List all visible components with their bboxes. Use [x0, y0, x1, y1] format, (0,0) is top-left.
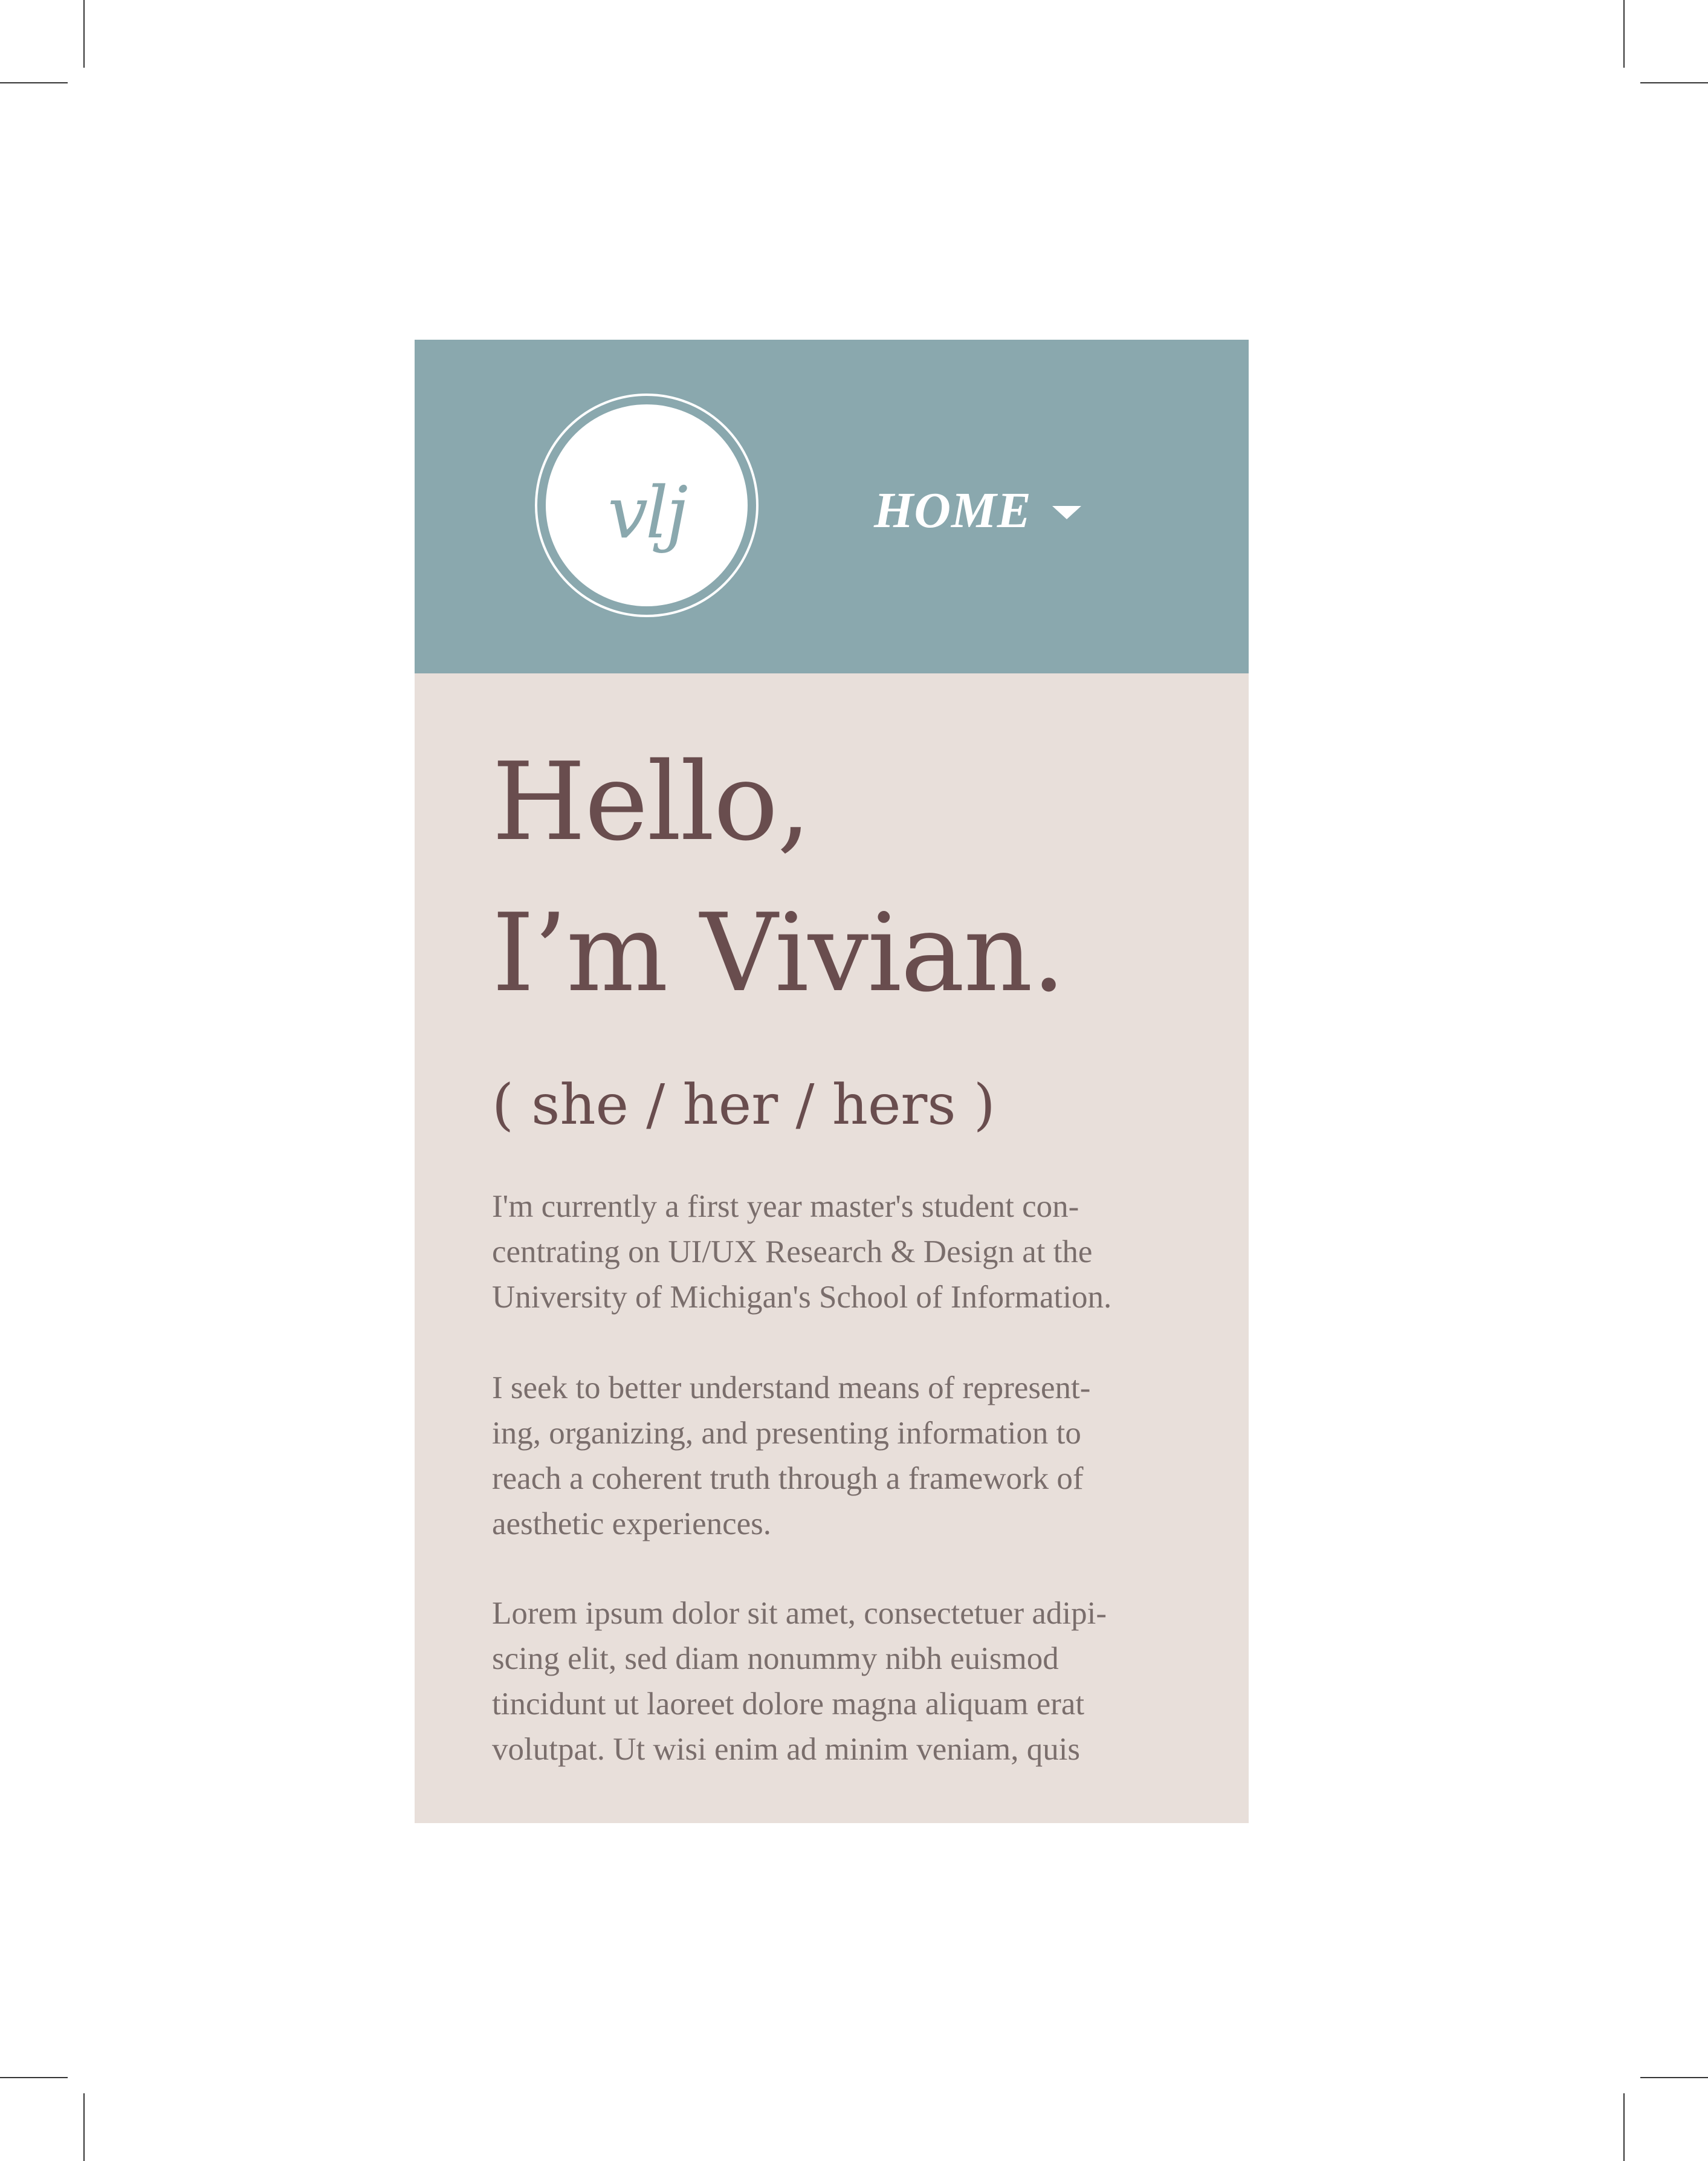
text-line: centrating on UI/UX Research & Design at…	[492, 1234, 1093, 1269]
bio-paragraph: Lorem ipsum dolor sit amet, consectetuer…	[492, 1591, 1217, 1772]
greeting-line-2: I’m Vivian.	[492, 890, 1066, 1016]
text-line: aesthetic experiences.	[492, 1506, 772, 1541]
text-line: tincidunt ut laoreet dolore magna aliqua…	[492, 1686, 1085, 1722]
text-line: I'm currently a first year master's stud…	[492, 1189, 1079, 1224]
logo[interactable]: vlj	[535, 394, 759, 617]
crop-mark	[1640, 82, 1708, 83]
crop-mark	[83, 2093, 85, 2161]
bio-paragraph: I'm currently a first year master's stud…	[492, 1184, 1217, 1320]
pronouns: ( she / her / hers )	[492, 1072, 995, 1137]
mobile-page: vlj HOME Hello, I’m Vivian. ( she / her …	[415, 340, 1249, 1823]
crop-mark	[0, 82, 68, 83]
crop-mark	[83, 0, 85, 68]
caret-down-icon	[1052, 506, 1081, 519]
crop-mark	[1623, 2093, 1625, 2161]
logo-disc: vlj	[546, 404, 748, 606]
text-line: scing elit, sed diam nonummy nibh euismo…	[492, 1641, 1059, 1676]
page-title: Hello, I’m Vivian.	[492, 727, 1066, 1029]
nav-menu-home[interactable]: HOME	[874, 480, 1081, 540]
text-line: Lorem ipsum dolor sit amet, consectetuer…	[492, 1596, 1107, 1631]
crop-mark	[0, 2077, 68, 2078]
text-line: University of Michigan's School of Infor…	[492, 1280, 1112, 1315]
text-line: I seek to better understand means of rep…	[492, 1370, 1091, 1405]
text-line: ing, organizing, and presenting informat…	[492, 1416, 1081, 1451]
site-header: vlj HOME	[415, 340, 1249, 673]
greeting-line-1: Hello,	[492, 739, 811, 864]
text-line: reach a coherent truth through a framewo…	[492, 1461, 1084, 1496]
logo-monogram: vlj	[607, 471, 688, 554]
bio-paragraph: I seek to better understand means of rep…	[492, 1366, 1217, 1547]
crop-mark	[1623, 0, 1625, 68]
crop-mark	[1640, 2077, 1708, 2078]
text-line: volutpat. Ut wisi enim ad minim veniam, …	[492, 1732, 1081, 1767]
nav-label: HOME	[874, 482, 1032, 539]
